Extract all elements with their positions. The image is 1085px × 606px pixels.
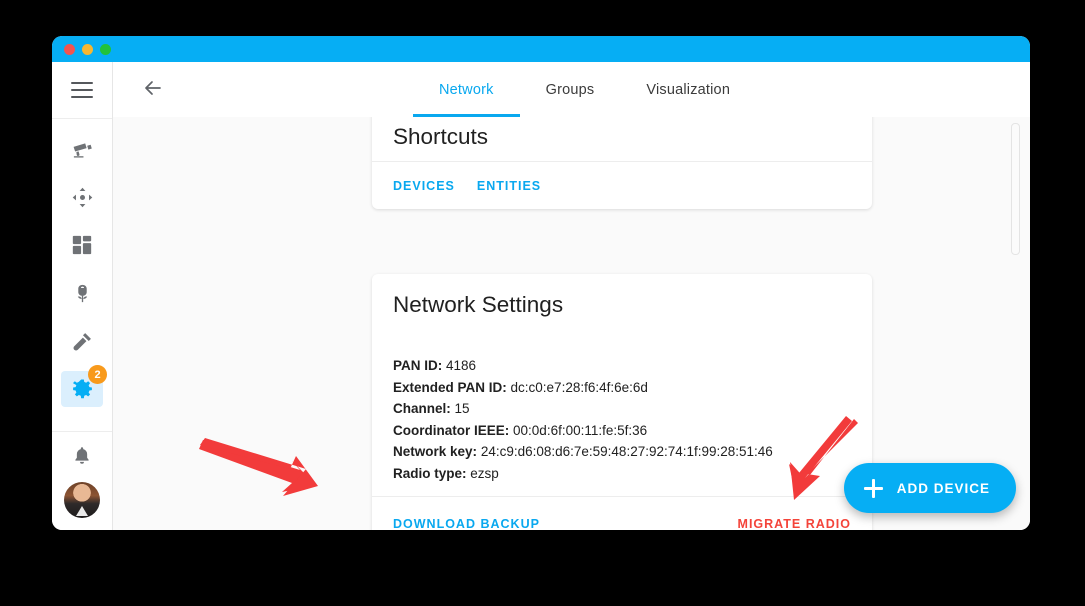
- sidebar-item-notifications[interactable]: [52, 432, 112, 480]
- sidebar-item-map[interactable]: [52, 173, 112, 221]
- tab-network[interactable]: Network: [413, 62, 520, 117]
- shortcuts-card-title: Shortcuts: [393, 124, 489, 149]
- field-coordinator-ieee: Coordinator IEEE: 00:0d:6f:00:11:fe:5f:3…: [393, 422, 648, 438]
- devices-button[interactable]: DEVICES: [393, 179, 455, 193]
- sidebar-item-dashboard[interactable]: [52, 221, 112, 269]
- sidebar-menu-button[interactable]: [52, 62, 112, 119]
- bell-icon: [71, 445, 93, 467]
- network-settings-card: Network Settings PAN ID: 4186 Extended P…: [372, 274, 872, 530]
- app-window: 2 Network Groups Visualization Shortcuts…: [52, 36, 1030, 530]
- entities-button[interactable]: ENTITIES: [477, 179, 541, 193]
- page-header: Network Groups Visualization: [113, 62, 1030, 118]
- settings-badge-count: 2: [88, 365, 107, 384]
- arrow-left-icon: [141, 76, 165, 105]
- minimize-window-button[interactable]: [82, 44, 93, 55]
- download-backup-button[interactable]: DOWNLOAD BACKUP: [393, 517, 540, 531]
- avatar[interactable]: [64, 482, 100, 518]
- dashboard-grid-icon: [71, 234, 93, 256]
- vertical-scrollbar[interactable]: [1011, 123, 1020, 255]
- shortcuts-card-actions: DEVICES ENTITIES: [372, 161, 872, 209]
- plus-icon: [863, 478, 883, 498]
- sidebar-bottom-section: [52, 431, 112, 530]
- tab-groups[interactable]: Groups: [520, 62, 621, 117]
- cctv-camera-icon: [71, 138, 94, 161]
- add-device-label: ADD DEVICE: [896, 480, 990, 496]
- main-content: Shortcuts DEVICES ENTITIES Network Setti…: [113, 117, 1030, 530]
- back-button[interactable]: [139, 76, 167, 104]
- move-arrows-icon: [71, 186, 94, 209]
- sidebar-item-settings[interactable]: 2: [52, 365, 112, 413]
- field-pan-id: PAN ID: 4186: [393, 358, 477, 373]
- maximize-window-button[interactable]: [100, 44, 111, 55]
- network-settings-fields: PAN ID: 4186 Extended PAN ID: dc:c0:e7:2…: [393, 355, 773, 484]
- close-window-button[interactable]: [64, 44, 75, 55]
- flower-icon: [71, 282, 94, 305]
- screenshot-root: 2 Network Groups Visualization Shortcuts…: [0, 0, 1085, 606]
- sidebar-item-flower[interactable]: [52, 269, 112, 317]
- network-settings-actions: DOWNLOAD BACKUP MIGRATE RADIO: [372, 496, 872, 530]
- migrate-radio-button[interactable]: MIGRATE RADIO: [738, 517, 851, 531]
- field-network-key: Network key: 24:c9:d6:08:d6:7e:59:48:27:…: [393, 444, 773, 459]
- tab-visualization[interactable]: Visualization: [620, 62, 756, 117]
- sidebar-item-developer-tools[interactable]: [52, 317, 112, 365]
- add-device-button[interactable]: ADD DEVICE: [843, 463, 1016, 513]
- sidebar: 2: [52, 62, 113, 530]
- sidebar-item-cameras[interactable]: [52, 125, 112, 173]
- header-tabs: Network Groups Visualization: [413, 62, 756, 117]
- hamburger-icon: [71, 82, 93, 98]
- shortcuts-card: Shortcuts DEVICES ENTITIES: [372, 117, 872, 209]
- sidebar-nav-list: 2: [52, 119, 112, 413]
- network-settings-title: Network Settings: [393, 292, 564, 317]
- field-channel: Channel: 15: [393, 401, 470, 416]
- window-titlebar: [52, 36, 1030, 62]
- hammer-icon: [71, 330, 94, 353]
- field-radio-type: Radio type: ezsp: [393, 465, 499, 481]
- field-extended-pan-id: Extended PAN ID: dc:c0:e7:28:f6:4f:6e:6d: [393, 379, 648, 395]
